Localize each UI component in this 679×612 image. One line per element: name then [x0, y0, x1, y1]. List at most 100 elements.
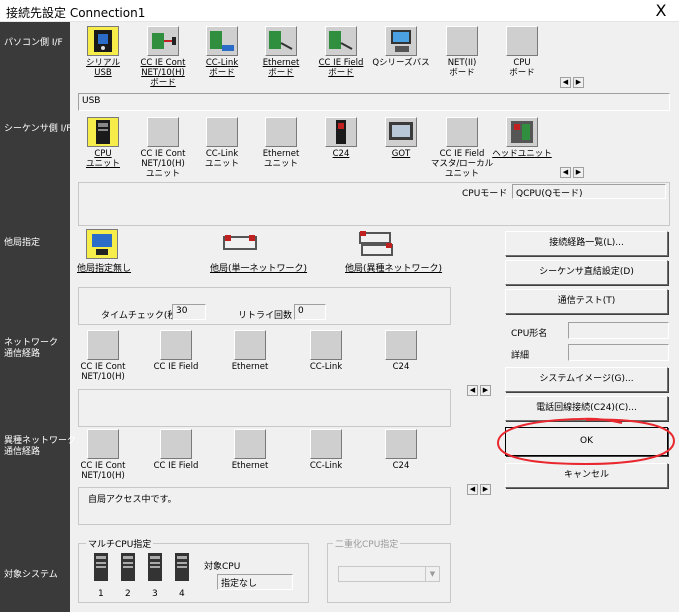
comm-test-button[interactable]: 通信テスト(T)	[505, 289, 668, 314]
plc-if-cpu-unit[interactable]	[87, 117, 119, 147]
usb-icon	[94, 30, 112, 52]
scroll-right-button[interactable]: ▶	[480, 484, 491, 495]
cpu-mode-field: QCPU(Qモード)	[512, 184, 666, 199]
cpu-model-field	[568, 322, 669, 339]
other-station-hetero-net[interactable]	[358, 229, 394, 259]
plc-if-ethernet[interactable]	[265, 117, 297, 147]
system-image-button[interactable]: システムイメージ(G)...	[505, 367, 668, 392]
hetero-route-ccie-field[interactable]	[160, 429, 192, 459]
plc-if-head-unit[interactable]	[506, 117, 538, 147]
cpu-number: 4	[179, 589, 185, 599]
hetero-route-ccie-cont[interactable]	[87, 429, 119, 459]
net-route-ccie-field[interactable]	[160, 330, 192, 360]
net-route-label: CC IE Field	[153, 362, 199, 372]
other-station-single-net[interactable]	[222, 229, 258, 257]
scroll-left-button[interactable]: ◀	[560, 167, 571, 178]
pc-if-net2[interactable]	[446, 26, 478, 56]
other-station-none[interactable]	[86, 229, 118, 259]
cpu-number: 1	[98, 589, 104, 599]
scroll-right-button[interactable]: ▶	[573, 167, 584, 178]
computer-icon	[391, 30, 411, 52]
cpu-tower-icon	[121, 553, 135, 581]
ethernet-board-icon	[269, 31, 293, 50]
hetero-route-cclink[interactable]	[310, 429, 342, 459]
net-route-label: CC IE Cont NET/10(H)	[80, 362, 126, 382]
hetero-route-label: CC-Link	[309, 461, 343, 471]
cpu-tower-icon	[175, 553, 189, 581]
target-cpu-label: 対象CPU	[204, 562, 241, 572]
pc-if-qseries-bus[interactable]	[385, 26, 417, 56]
pc-if-label: CPU ボード	[509, 58, 535, 78]
pc-if-serial-usb[interactable]	[87, 26, 119, 56]
scroll-left-button[interactable]: ◀	[560, 77, 571, 88]
time-check-input[interactable]: 30	[172, 304, 206, 320]
detail-label: 詳細	[511, 351, 530, 361]
head-unit-icon	[511, 121, 533, 143]
other-station-label-item: 他局(異種ネットワーク)	[345, 264, 443, 274]
hetero-route-label: CC IE Field	[153, 461, 199, 471]
pc-if-detail: USB	[78, 93, 670, 111]
cpu-2-button[interactable]	[119, 552, 137, 582]
net-route-c24[interactable]	[385, 330, 417, 360]
cpu-number: 2	[125, 589, 131, 599]
net-route-label: C24	[392, 362, 410, 372]
pc-if-label: Qシリーズバス	[372, 58, 430, 68]
network-route-label: ネットワーク 通信経路	[4, 338, 59, 359]
time-check-label: タイムチェック(秒)	[101, 311, 180, 321]
net-route-cclink[interactable]	[310, 330, 342, 360]
pc-if-ccie-cont[interactable]	[147, 26, 179, 56]
multi-cpu-group	[78, 543, 309, 603]
target-cpu-field: 指定なし	[217, 574, 293, 590]
chevron-down-icon: ▼	[425, 567, 439, 581]
title-bar: 接続先設定 Connection1 X	[0, 0, 679, 22]
hetero-route-label: C24	[392, 461, 410, 471]
single-station-icon	[92, 234, 112, 255]
cpu-1-button[interactable]	[92, 552, 110, 582]
pc-if-cclink[interactable]	[206, 26, 238, 56]
retry-input[interactable]: 0	[294, 304, 326, 320]
pc-if-cpu-board[interactable]	[506, 26, 538, 56]
direct-connect-button[interactable]: シーケンサ直結設定(D)	[505, 260, 668, 285]
single-network-icon	[223, 235, 257, 250]
close-button[interactable]: X	[651, 1, 671, 20]
redundant-cpu-select[interactable]: ▼	[338, 566, 440, 582]
annotation-circle	[496, 417, 676, 466]
cpu-3-button[interactable]	[146, 552, 164, 582]
net-route-ethernet[interactable]	[234, 330, 266, 360]
net-route-detail	[78, 389, 451, 427]
plc-if-c24[interactable]	[325, 117, 357, 147]
scroll-left-button[interactable]: ◀	[467, 385, 478, 396]
redundant-cpu-title: 二重化CPU指定	[333, 537, 401, 550]
hetero-route-label: Ethernet	[231, 461, 269, 471]
plc-if-got[interactable]	[385, 117, 417, 147]
scroll-right-button[interactable]: ▶	[480, 385, 491, 396]
network-board-icon	[152, 33, 176, 49]
target-system-label: 対象システム	[4, 570, 58, 580]
pc-if-ccie-field[interactable]	[325, 26, 357, 56]
cpu-mode-label: CPUモード	[462, 189, 508, 199]
cpu-model-label: CPU形名	[511, 329, 548, 339]
pc-if-ethernet[interactable]	[265, 26, 297, 56]
hetero-route-ethernet[interactable]	[234, 429, 266, 459]
other-station-label-item: 他局指定無し	[77, 264, 132, 274]
multi-cpu-title: マルチCPU指定	[86, 537, 154, 550]
hetero-network-icon	[359, 231, 393, 256]
plc-side-label: シーケンサ側 I/F	[4, 124, 72, 134]
section-panel	[0, 22, 70, 612]
scroll-left-button[interactable]: ◀	[467, 484, 478, 495]
ccie-field-board-icon	[329, 31, 353, 50]
cpu-4-button[interactable]	[173, 552, 191, 582]
scroll-right-button[interactable]: ▶	[573, 77, 584, 88]
other-station-label: 他局指定	[4, 238, 41, 248]
plc-if-ccie-cont[interactable]	[147, 117, 179, 147]
hetero-route-c24[interactable]	[385, 429, 417, 459]
plc-if-label: GOT	[391, 149, 411, 159]
plc-if-ccie-field[interactable]	[446, 117, 478, 147]
hetero-route-label: CC IE Cont NET/10(H)	[80, 461, 126, 481]
hetero-network-route-label: 異種ネットワーク 通信経路	[4, 436, 77, 457]
plc-if-cclink[interactable]	[206, 117, 238, 147]
net-route-ccie-cont[interactable]	[87, 330, 119, 360]
detail-field	[568, 344, 669, 361]
route-list-button[interactable]: 接続経路一覧(L)...	[505, 231, 668, 256]
retry-label: リトライ回数	[238, 311, 293, 321]
